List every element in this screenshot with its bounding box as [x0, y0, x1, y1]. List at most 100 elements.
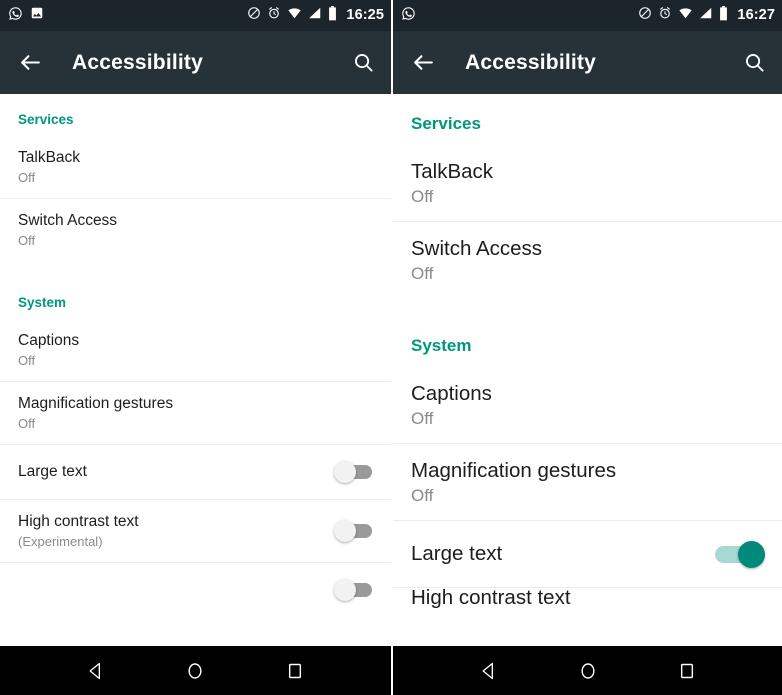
status-bar: 16:27 — [393, 0, 782, 31]
list-item-text: Captions Off — [18, 331, 374, 369]
phone-screen-normal-text: 16:25 Accessibility Services TalkBack Of… — [0, 0, 391, 695]
nav-back-icon[interactable] — [479, 661, 499, 681]
section-header-services: Services — [411, 114, 481, 133]
list-item-title: Captions — [411, 381, 492, 405]
list-item-captions[interactable]: Captions Off — [0, 319, 391, 381]
partial-toggle[interactable] — [334, 579, 374, 601]
page-title: Accessibility — [72, 50, 203, 74]
list-item-text: TalkBack Off — [411, 159, 765, 208]
list-item-text: Switch Access Off — [18, 211, 374, 249]
clock: 16:27 — [737, 7, 775, 24]
list-item-talkback[interactable]: TalkBack Off — [393, 145, 782, 221]
status-bar-notification-icons — [8, 6, 44, 26]
list-item-text: Large text — [18, 462, 334, 482]
clock: 16:25 — [346, 7, 384, 24]
do-not-disturb-icon — [638, 6, 652, 25]
list-item-talkback[interactable]: TalkBack Off — [0, 136, 391, 198]
nav-back-icon[interactable] — [86, 661, 106, 681]
list-item-high-contrast-text[interactable]: High contrast text — [393, 588, 782, 611]
phone-screen-large-text: 16:27 Accessibility Services TalkBack Of… — [391, 0, 782, 695]
list-item-title: High contrast text — [18, 513, 139, 530]
list-item-partial-cutoff[interactable] — [0, 563, 391, 601]
battery-icon — [719, 5, 728, 26]
alarm-icon — [658, 6, 672, 25]
toggle-thumb — [334, 520, 356, 542]
list-item-text: Magnification gestures Off — [18, 394, 374, 432]
app-toolbar: Accessibility — [393, 31, 782, 94]
list-item-subtitle: Off — [411, 263, 434, 283]
settings-list[interactable]: Services TalkBack Off Switch Access Off … — [0, 94, 391, 646]
back-arrow-icon[interactable] — [18, 50, 43, 75]
photo-icon — [30, 6, 44, 25]
list-item-text: Magnification gestures Off — [411, 458, 765, 507]
back-arrow-icon[interactable] — [411, 50, 436, 75]
list-item-title: Large text — [18, 463, 87, 480]
list-item-subtitle: Off — [18, 416, 36, 431]
list-item-title: Magnification gestures — [18, 395, 174, 412]
page-title: Accessibility — [465, 50, 596, 74]
toggle-thumb — [738, 540, 765, 568]
list-item-subtitle: Off — [411, 186, 434, 206]
list-item-high-contrast-text[interactable]: High contrast text (Experimental) — [0, 500, 391, 562]
toggle-thumb — [334, 579, 356, 601]
list-item-title: Switch Access — [411, 236, 543, 260]
list-item-subtitle: Off — [411, 485, 434, 505]
wifi-icon — [678, 6, 693, 25]
list-item-subtitle: Off — [411, 408, 434, 428]
status-bar-system-icons: 16:25 — [247, 5, 384, 26]
alarm-icon — [267, 6, 281, 25]
list-item-large-text[interactable]: Large text — [393, 521, 782, 587]
list-item-text: High contrast text — [411, 588, 765, 611]
list-item-large-text[interactable]: Large text — [0, 445, 391, 499]
navigation-bar — [393, 646, 782, 695]
settings-list[interactable]: Services TalkBack Off Switch Access Off … — [393, 94, 782, 646]
list-item-captions[interactable]: Captions Off — [393, 367, 782, 443]
list-item-text: Switch Access Off — [411, 236, 765, 285]
status-bar-notification-icons — [401, 6, 416, 26]
app-toolbar: Accessibility — [0, 31, 391, 94]
whatsapp-icon — [8, 6, 23, 26]
list-item-title: Magnification gestures — [411, 458, 617, 482]
list-item-text: TalkBack Off — [18, 148, 374, 186]
status-bar: 16:25 — [0, 0, 391, 31]
list-item-title: TalkBack — [18, 149, 81, 166]
nav-home-icon[interactable] — [578, 661, 598, 681]
toggle-thumb — [334, 461, 356, 483]
list-item-magnification-gestures[interactable]: Magnification gestures Off — [0, 382, 391, 444]
list-item-title: Switch Access — [18, 212, 118, 229]
signal-icon — [308, 6, 322, 25]
nav-recents-icon[interactable] — [677, 661, 697, 681]
status-bar-system-icons: 16:27 — [638, 5, 775, 26]
list-item-switch-access[interactable]: Switch Access Off — [393, 222, 782, 298]
list-item-switch-access[interactable]: Switch Access Off — [0, 199, 391, 261]
large-text-toggle[interactable] — [334, 461, 374, 483]
search-icon[interactable] — [352, 51, 375, 74]
do-not-disturb-icon — [247, 6, 261, 25]
list-item-magnification-gestures[interactable]: Magnification gestures Off — [393, 444, 782, 520]
list-item-title: Large text — [411, 542, 503, 565]
dual-screenshot-comparison: 16:25 Accessibility Services TalkBack Of… — [0, 0, 782, 695]
high-contrast-text-toggle[interactable] — [334, 520, 374, 542]
list-item-subtitle: (Experimental) — [18, 534, 103, 549]
signal-icon — [699, 6, 713, 25]
list-item-text: Captions Off — [411, 381, 765, 430]
section-header-system: System — [411, 336, 472, 355]
list-item-title: Captions — [18, 332, 80, 349]
search-icon[interactable] — [743, 51, 766, 74]
large-text-toggle[interactable] — [715, 540, 765, 568]
list-item-subtitle: Off — [18, 170, 36, 185]
list-item-title: TalkBack — [411, 159, 494, 183]
wifi-icon — [287, 6, 302, 25]
nav-recents-icon[interactable] — [285, 661, 305, 681]
whatsapp-icon — [401, 6, 416, 26]
section-header-services: Services — [18, 112, 74, 127]
battery-icon — [328, 5, 337, 26]
navigation-bar — [0, 646, 391, 695]
list-item-text: High contrast text (Experimental) — [18, 512, 334, 550]
list-item-title: High contrast text — [411, 588, 571, 609]
list-item-subtitle: Off — [18, 353, 36, 368]
nav-home-icon[interactable] — [185, 661, 205, 681]
section-header-system: System — [18, 295, 67, 310]
